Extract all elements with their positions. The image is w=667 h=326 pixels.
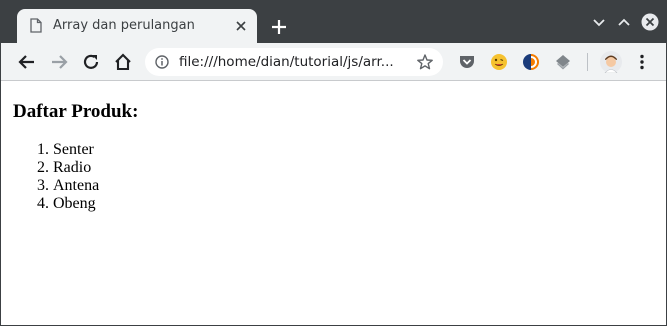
list-number: 1.	[37, 141, 49, 158]
avatar-icon[interactable]	[600, 51, 622, 73]
browser-tab[interactable]: Array dan perulangan	[17, 9, 257, 43]
list-item-label: Obeng	[53, 195, 96, 212]
sync-icon[interactable]	[522, 53, 540, 71]
close-icon[interactable]	[641, 13, 659, 31]
list-item: 3. Antena	[13, 177, 99, 195]
url-text[interactable]: file:///home/dian/tutorial/js/arr...	[179, 54, 394, 70]
list-item: 1. Senter	[13, 141, 99, 159]
browser-toolbar: file:///home/dian/tutorial/js/arr...	[1, 43, 666, 81]
home-icon[interactable]	[113, 52, 133, 72]
emoji-icon[interactable]	[490, 53, 508, 71]
list-item: 2. Radio	[13, 159, 99, 177]
toolbar-separator	[587, 53, 588, 71]
address-bar[interactable]: file:///home/dian/tutorial/js/arr...	[145, 48, 443, 76]
list-number: 4.	[37, 195, 49, 212]
list-number: 2.	[37, 159, 49, 176]
layers-icon[interactable]	[554, 53, 572, 71]
chevron-up-icon[interactable]	[616, 14, 632, 30]
list-item: 4. Obeng	[13, 195, 99, 213]
info-icon[interactable]	[155, 55, 169, 69]
reload-icon[interactable]	[81, 52, 101, 72]
tab-title: Array dan perulangan	[53, 18, 195, 33]
page-heading: Daftar Produk:	[13, 101, 139, 122]
tab-strip: Array dan perulangan	[1, 1, 666, 43]
document-icon	[30, 18, 42, 33]
product-list: 1. Senter 2. Radio 3. Antena 4. Obeng	[13, 141, 99, 213]
close-tab-icon[interactable]	[233, 18, 249, 34]
list-item-label: Radio	[53, 159, 92, 176]
chevron-down-icon[interactable]	[591, 14, 607, 30]
star-icon[interactable]	[416, 53, 434, 71]
page-content: Daftar Produk: 1. Senter 2. Radio 3. Antena…	[1, 82, 666, 325]
pocket-icon[interactable]	[458, 53, 476, 71]
plus-icon[interactable]	[269, 17, 289, 37]
list-number: 3.	[37, 177, 49, 194]
browser-window: Array dan perulangan file:///home/dian/t…	[0, 0, 667, 326]
list-item-label: Antena	[53, 177, 100, 194]
arrow-right-icon[interactable]	[49, 52, 69, 72]
arrow-left-icon[interactable]	[17, 52, 37, 72]
kebab-menu-icon[interactable]	[633, 53, 651, 71]
list-item-label: Senter	[53, 141, 94, 158]
